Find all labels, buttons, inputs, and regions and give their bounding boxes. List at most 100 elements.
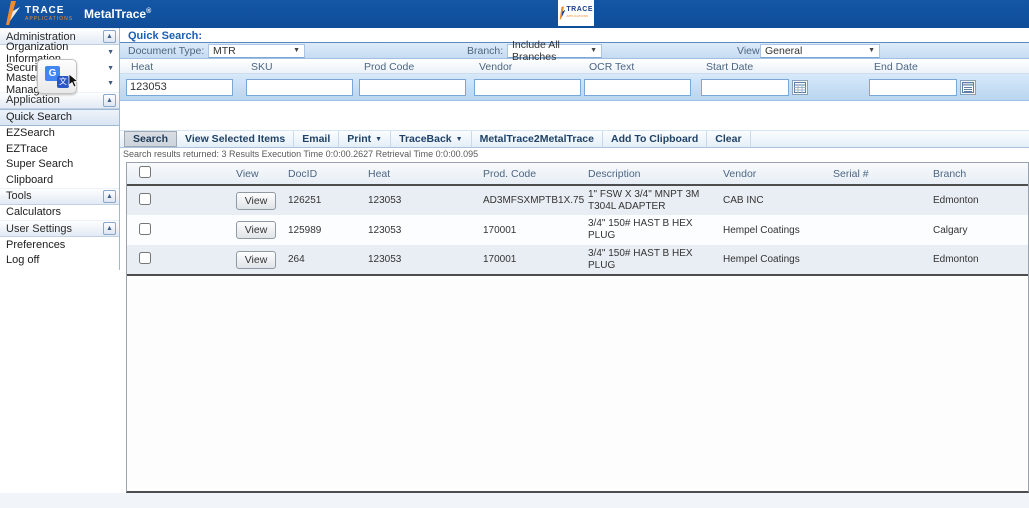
- section-label: User Settings: [6, 222, 73, 235]
- col-docid[interactable]: DocID: [284, 163, 364, 186]
- print-button[interactable]: Print ▼: [339, 131, 392, 147]
- prod-code-label: Prod Code: [364, 61, 415, 73]
- view-button[interactable]: View: [236, 221, 276, 239]
- page-footer-strip: [0, 493, 1029, 508]
- branch-value: Include All Branches: [512, 38, 560, 63]
- row-checkbox[interactable]: [139, 252, 151, 264]
- clear-button[interactable]: Clear: [707, 131, 751, 147]
- cell-branch: Edmonton: [933, 195, 979, 206]
- view-button[interactable]: View: [236, 250, 276, 269]
- brand-trace-text: TRACE: [25, 5, 65, 16]
- prod-code-input[interactable]: [359, 78, 466, 96]
- col-vendor[interactable]: Vendor: [719, 163, 829, 186]
- button-label: TraceBack: [399, 133, 452, 145]
- sku-input[interactable]: [246, 78, 353, 96]
- top-banner: TRACE APPLICATIONS MetalTrace® TRACE APP…: [0, 0, 1029, 28]
- collapse-icon[interactable]: ▲: [103, 93, 116, 107]
- sidebar-section-user-settings[interactable]: User Settings ▲: [0, 220, 119, 237]
- sidebar-item-log-off[interactable]: Log off: [0, 252, 119, 268]
- col-view[interactable]: View: [232, 163, 284, 186]
- filter-inputs-row: [120, 74, 1029, 101]
- end-date-input[interactable]: [869, 78, 957, 96]
- chevron-down-icon: ▼: [293, 47, 300, 54]
- chevron-down-icon: ▼: [107, 80, 114, 88]
- cell-description: 3/4" 150# HAST B HEX PLUG: [588, 218, 693, 241]
- section-label: Application: [6, 94, 60, 106]
- cell-prod-code: 170001: [479, 245, 584, 276]
- item-label: Super Search: [6, 158, 74, 171]
- item-label: EZSearch: [6, 127, 55, 140]
- item-label: Preferences: [6, 238, 66, 251]
- cell-vendor: Hempel Coatings: [723, 224, 800, 236]
- item-label: Quick Search: [6, 111, 73, 123]
- sidebar-item-super-search[interactable]: Super Search: [0, 156, 119, 172]
- calendar-grid-icon[interactable]: [792, 79, 808, 95]
- col-heat[interactable]: Heat: [364, 163, 479, 186]
- cell-serial: [829, 215, 929, 245]
- sidebar-item-preferences[interactable]: Preferences: [0, 237, 119, 253]
- col-prod-code[interactable]: Prod. Code: [479, 163, 584, 186]
- collapse-icon[interactable]: ▲: [103, 222, 116, 235]
- col-serial[interactable]: Serial #: [829, 163, 929, 186]
- section-label: Tools: [6, 190, 32, 202]
- button-label: Clear: [715, 133, 742, 145]
- heat-input[interactable]: [126, 78, 233, 96]
- calendar-lines-icon[interactable]: [960, 79, 976, 95]
- metaltrace2metaltrace-button[interactable]: MetalTrace2MetalTrace: [472, 131, 603, 147]
- sidebar-item-quick-search[interactable]: Quick Search: [0, 108, 119, 126]
- email-button[interactable]: Email: [294, 131, 340, 147]
- sidebar-item-ezsearch[interactable]: EZSearch: [0, 125, 119, 141]
- view-select[interactable]: General ▼: [760, 43, 880, 58]
- document-type-label: Document Type:: [128, 44, 205, 57]
- ocr-text-input[interactable]: [584, 78, 691, 96]
- table-row: View 126251 123053 AD3MFSXMPTB1X.75 1" F…: [127, 185, 1028, 215]
- col-description[interactable]: Description: [584, 163, 719, 186]
- heat-label: Heat: [131, 61, 154, 73]
- app-logo: TRACE APPLICATIONS MetalTrace®: [4, 1, 151, 25]
- view-button[interactable]: View: [236, 191, 276, 210]
- brand-applications-text: APPLICATIONS: [25, 16, 74, 22]
- view-value: General: [765, 44, 803, 57]
- col-branch[interactable]: Branch: [929, 163, 1028, 186]
- table-row: View 264 123053 170001 3/4" 150# HAST B …: [127, 245, 1028, 276]
- row-checkbox[interactable]: [139, 193, 151, 205]
- vendor-input[interactable]: [474, 78, 581, 96]
- button-label: Email: [302, 133, 331, 145]
- traceback-button[interactable]: TraceBack ▼: [391, 131, 472, 147]
- table-header-row: View DocID Heat Prod. Code Description V…: [127, 163, 1028, 186]
- item-label: Log off: [6, 254, 40, 267]
- sku-label: SKU: [251, 61, 273, 73]
- sidebar-item-clipboard[interactable]: Clipboard: [0, 172, 119, 188]
- trace-bolt-icon: [4, 1, 20, 25]
- cell-prod-code: 170001: [483, 224, 517, 236]
- button-label: Search: [133, 133, 169, 145]
- start-date-label: Start Date: [706, 61, 754, 73]
- cell-description: 3/4" 150# HAST B HEX PLUG: [584, 245, 719, 276]
- view-selected-items-button[interactable]: View Selected Items: [177, 131, 295, 147]
- cell-vendor: Hempel Coatings: [719, 245, 829, 276]
- google-translate-popup[interactable]: G 文: [37, 59, 80, 94]
- branch-select[interactable]: Include All Branches ▼: [507, 39, 602, 63]
- center-logo-apps-text: APPLICATIONS: [566, 14, 588, 18]
- row-checkbox[interactable]: [139, 222, 151, 235]
- sidebar-item-calculators[interactable]: Calculators: [0, 204, 119, 220]
- sidebar-section-tools[interactable]: Tools ▲: [0, 187, 119, 205]
- cell-docid: 125989: [288, 224, 322, 236]
- cell-heat: 123053: [368, 224, 402, 236]
- google-translate-icon: G 文: [45, 65, 69, 88]
- start-date-input[interactable]: [701, 78, 789, 96]
- ocr-text-label: OCR Text: [589, 61, 635, 73]
- table-row: View 125989 123053 170001 3/4" 150# HAST…: [127, 215, 1028, 245]
- add-to-clipboard-button[interactable]: Add To Clipboard: [603, 131, 708, 147]
- collapse-icon[interactable]: ▲: [103, 189, 116, 203]
- button-label: Print: [347, 133, 372, 145]
- registered-mark: ®: [146, 8, 152, 15]
- select-all-checkbox[interactable]: [139, 166, 151, 178]
- document-type-select[interactable]: MTR ▼: [208, 43, 305, 58]
- chevron-down-icon: ▼: [107, 49, 114, 57]
- trace-bolt-icon: [559, 6, 566, 20]
- sidebar-item-eztrace[interactable]: EZTrace: [0, 141, 119, 157]
- search-button[interactable]: Search: [124, 131, 178, 147]
- filter-combos-row: Document Type: MTR ▼ Branch: Include All…: [120, 39, 1029, 63]
- cell-heat: 123053: [364, 245, 479, 276]
